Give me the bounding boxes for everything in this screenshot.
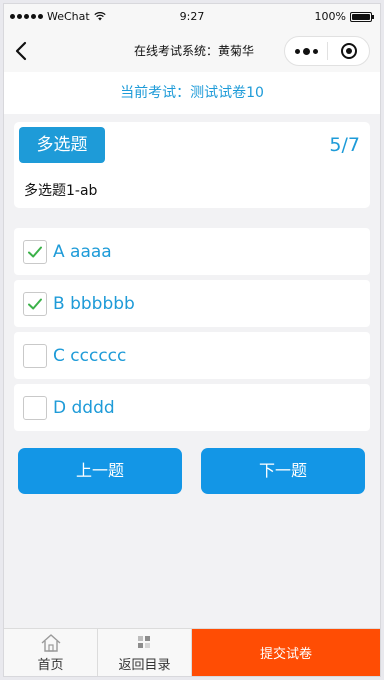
tab-catalog-label: 返回目录 — [118, 658, 171, 673]
question-card: 多选题 5/7 多选题1-ab — [14, 122, 370, 208]
battery-icon — [350, 11, 374, 22]
next-question-button[interactable]: 下一题 — [201, 448, 365, 494]
tab-catalog[interactable]: 返回目录 — [98, 629, 192, 676]
question-text: 多选题1-ab — [24, 183, 98, 199]
question-type-badge: 多选题 — [19, 127, 105, 163]
mini-program-capsule — [284, 36, 370, 66]
nav-bar: 在线考试系统：黄菊华 — [4, 30, 380, 72]
current-exam-banner: 当前考试：测试试卷10 — [4, 72, 380, 114]
option-c-checkbox[interactable] — [23, 343, 47, 368]
battery-label: 100% — [314, 10, 346, 23]
option-a-label: A aaaa — [53, 241, 112, 262]
option-d[interactable]: D dddd — [14, 384, 370, 431]
submit-exam-button[interactable]: 提交试卷 — [192, 629, 380, 676]
tab-bar: 首页 返回目录 提交试卷 — [4, 628, 380, 676]
more-icon[interactable] — [285, 37, 327, 65]
prev-question-button[interactable]: 上一题 — [18, 448, 182, 494]
option-a-checkbox[interactable] — [23, 239, 47, 264]
status-bar: WeChat 9:27 100% — [4, 4, 380, 30]
question-progress: 5/7 — [329, 134, 360, 156]
option-b[interactable]: B bbbbbb — [14, 280, 370, 327]
option-b-label: B bbbbbb — [53, 293, 135, 314]
grid-icon — [137, 636, 150, 648]
option-c[interactable]: C cccccc — [14, 332, 370, 379]
option-d-label: D dddd — [53, 397, 115, 418]
option-d-checkbox[interactable] — [23, 395, 47, 420]
back-icon[interactable] — [12, 40, 32, 62]
home-icon — [41, 634, 60, 652]
status-right: 100% — [314, 10, 374, 23]
check-icon — [28, 298, 42, 309]
close-icon[interactable] — [328, 37, 369, 65]
check-icon — [28, 246, 42, 257]
options-list: A aaaa B bbbbbb C cccccc D dddd — [14, 228, 370, 436]
page-title: 在线考试系统：黄菊华 — [133, 44, 254, 58]
tab-home[interactable]: 首页 — [4, 629, 98, 676]
tab-home-label: 首页 — [37, 658, 64, 673]
option-a[interactable]: A aaaa — [14, 228, 370, 275]
phone-frame: WeChat 9:27 100% 在线考试系统：黄菊华 当前考试：测试试卷10 … — [3, 3, 381, 677]
option-b-checkbox[interactable] — [23, 291, 47, 316]
option-c-label: C cccccc — [53, 345, 127, 366]
